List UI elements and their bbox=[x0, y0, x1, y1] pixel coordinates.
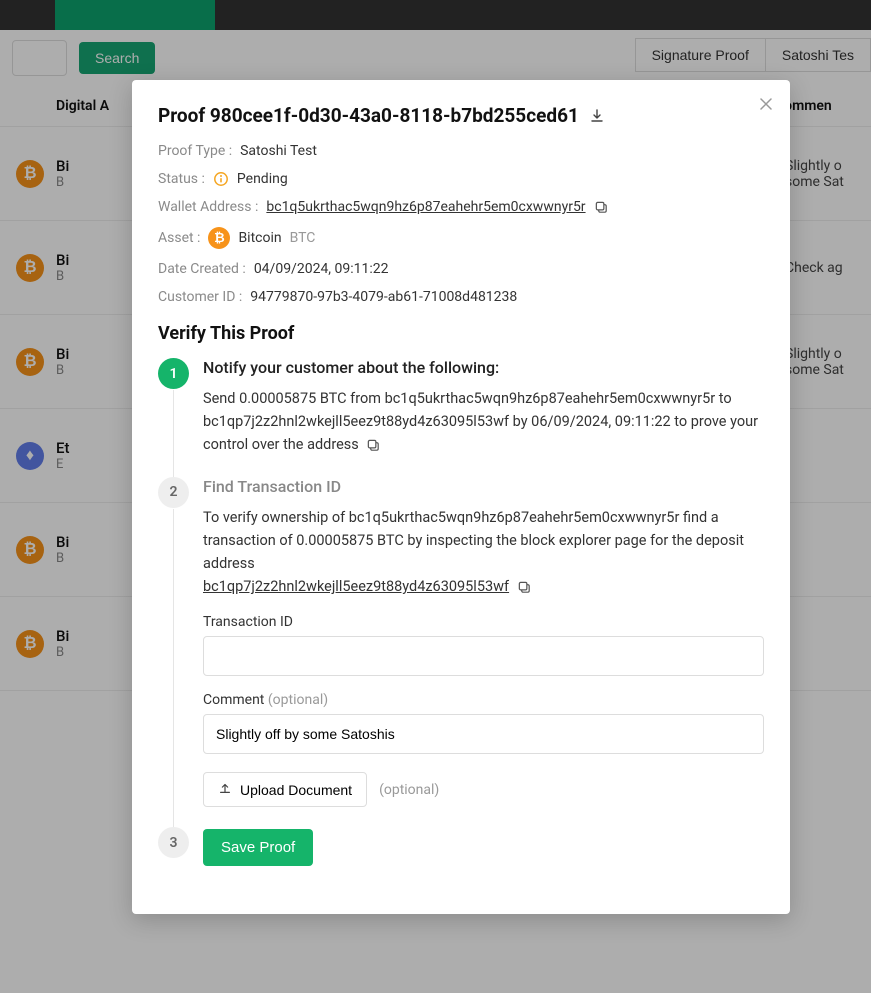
verify-section-title: Verify This Proof bbox=[158, 323, 764, 344]
modal-title-text: Proof 980cee1f-0d30-43a0-8118-b7bd255ced… bbox=[158, 104, 579, 127]
customer-row: Customer ID : 94779870-97b3-4079-ab61-71… bbox=[158, 289, 764, 305]
step-2-number: 2 bbox=[158, 477, 189, 508]
close-icon[interactable] bbox=[758, 96, 774, 116]
step-1-number: 1 bbox=[158, 358, 189, 389]
step-2-title: Find Transaction ID bbox=[203, 477, 764, 496]
step-2-text: To verify ownership of bc1q5ukrthac5wqn9… bbox=[203, 506, 764, 599]
asset-symbol: BTC bbox=[290, 230, 316, 246]
proof-type-value: Satoshi Test bbox=[240, 143, 317, 159]
transaction-id-input[interactable] bbox=[203, 636, 764, 676]
comment-label: Comment (optional) bbox=[203, 692, 764, 708]
date-row: Date Created : 04/09/2024, 09:11:22 bbox=[158, 261, 764, 277]
customer-label: Customer ID : bbox=[158, 289, 242, 305]
step-1: 1 Notify your customer about the followi… bbox=[158, 358, 764, 477]
proof-type-row: Proof Type : Satoshi Test bbox=[158, 143, 764, 159]
copy-icon[interactable] bbox=[594, 200, 609, 215]
pending-icon bbox=[213, 171, 229, 187]
date-value: 04/09/2024, 09:11:22 bbox=[254, 261, 389, 277]
wallet-label: Wallet Address : bbox=[158, 199, 258, 215]
download-icon[interactable] bbox=[589, 108, 605, 124]
upload-document-button[interactable]: Upload Document bbox=[203, 772, 367, 807]
step-3-number: 3 bbox=[158, 827, 189, 858]
wallet-row: Wallet Address : bc1q5ukrthac5wqn9hz6p87… bbox=[158, 199, 764, 215]
save-proof-button[interactable]: Save Proof bbox=[203, 829, 313, 866]
proof-type-label: Proof Type : bbox=[158, 143, 232, 159]
asset-row: Asset : ₿ Bitcoin BTC bbox=[158, 227, 764, 249]
step-1-text: Send 0.00005875 BTC from bc1q5ukrthac5wq… bbox=[203, 387, 764, 457]
proof-modal: Proof 980cee1f-0d30-43a0-8118-b7bd255ced… bbox=[132, 80, 790, 914]
step-2: 2 Find Transaction ID To verify ownershi… bbox=[158, 477, 764, 828]
date-label: Date Created : bbox=[158, 261, 246, 277]
step-3: 3 Save Proof bbox=[158, 827, 764, 886]
status-value: Pending bbox=[237, 171, 288, 187]
copy-icon[interactable] bbox=[517, 580, 532, 595]
upload-label: Upload Document bbox=[240, 782, 352, 798]
status-row: Status : Pending bbox=[158, 171, 764, 187]
deposit-address-link[interactable]: bc1qp7j2z2hnl2wkejll5eez9t88yd4z63095l53… bbox=[203, 578, 509, 595]
modal-title: Proof 980cee1f-0d30-43a0-8118-b7bd255ced… bbox=[158, 104, 764, 127]
step-1-title: Notify your customer about the following… bbox=[203, 358, 764, 377]
bitcoin-icon: ₿ bbox=[208, 227, 230, 249]
copy-icon[interactable] bbox=[366, 438, 381, 453]
customer-value: 94779870-97b3-4079-ab61-71008d481238 bbox=[250, 289, 517, 305]
upload-optional: (optional) bbox=[379, 782, 439, 798]
upload-icon bbox=[218, 781, 232, 798]
status-label: Status : bbox=[158, 171, 205, 187]
asset-name: Bitcoin bbox=[238, 230, 281, 246]
asset-label: Asset : bbox=[158, 230, 200, 246]
wallet-address[interactable]: bc1q5ukrthac5wqn9hz6p87eahehr5em0cxwwnyr… bbox=[266, 199, 585, 215]
comment-input[interactable] bbox=[203, 714, 764, 754]
txid-label: Transaction ID bbox=[203, 614, 764, 630]
